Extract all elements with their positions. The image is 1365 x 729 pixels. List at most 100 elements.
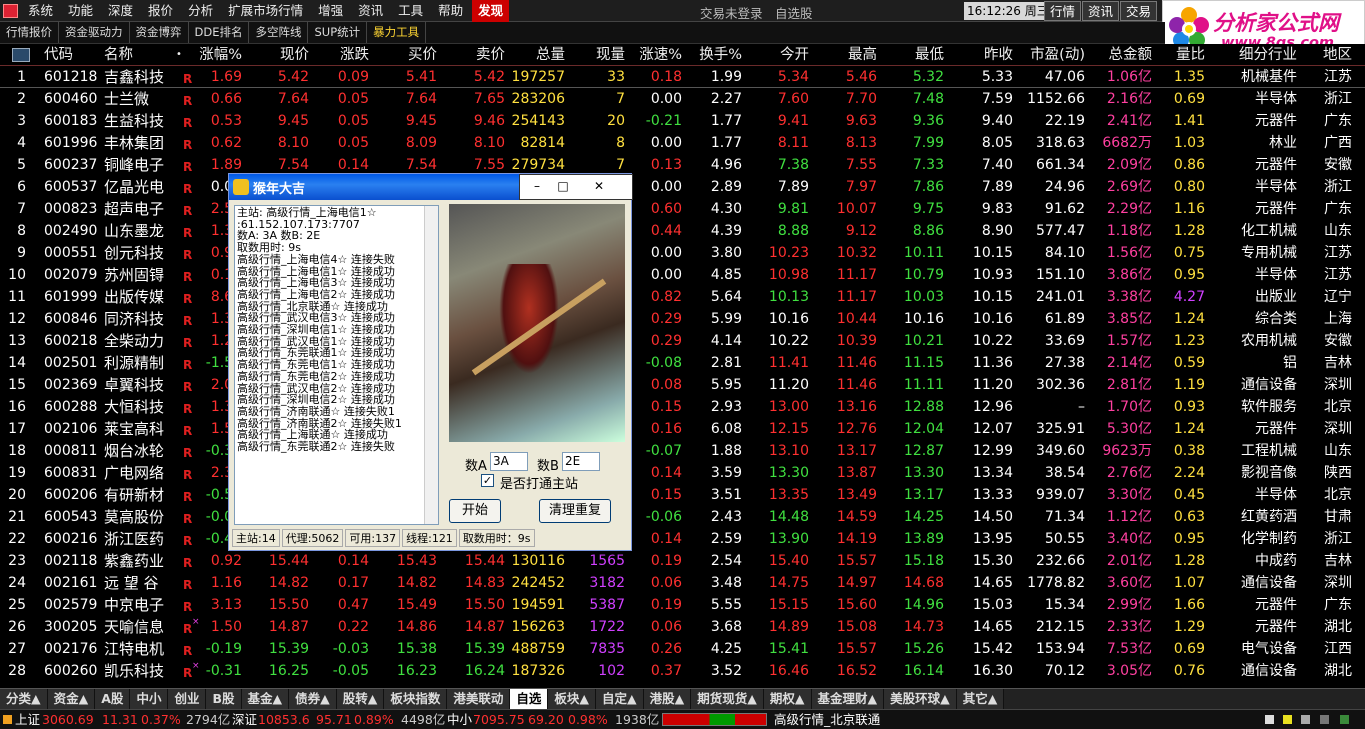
market-tab[interactable]: 基金▲ [241,689,290,709]
col-header[interactable]: 名称 [104,44,133,66]
dedupe-button[interactable]: 清理重复 [539,499,611,523]
table-row[interactable]: 9 000551 创元科技 R 0.98 0.00 3.80 10.23 10.32 10.11 1… [0,242,1365,264]
col-header[interactable]: 总量 [536,44,565,66]
market-tab[interactable]: 自定▲ [596,689,644,709]
app-logo-icon[interactable] [3,4,18,18]
menu-item[interactable]: 扩展市场行情 [222,0,309,22]
log-scrollbar[interactable] [424,206,438,524]
col-header[interactable]: 细分行业 [1239,44,1297,66]
trade-button[interactable]: 交易 [1120,1,1158,21]
menu-item[interactable]: 深度 [102,0,139,22]
table-row[interactable]: 4 601996 丰林集团 R 0.62 8.10 0.05 8.09 8.10 82814 8 0.… [0,132,1365,154]
col-header[interactable]: 现价 [280,44,309,66]
table-row[interactable]: 8 002490 山东墨龙 R 1.35 0.44 4.39 8.88 9.12 8.86 8.90… [0,220,1365,242]
table-row[interactable]: 22 600216 浙江医药 R -0.41 0.14 2.59 13.90 14.19 13.8… [0,528,1365,550]
maximize-icon[interactable]: □ [552,177,574,198]
table-row[interactable]: 7 000823 超声电子 R 2.54 0.60 4.30 9.81 10.07 9.75 9.8… [0,198,1365,220]
market-tab[interactable]: 板块▲ [548,689,597,709]
menu-item[interactable]: 发现 [472,0,510,22]
start-button[interactable]: 开始 [449,499,501,523]
table-row[interactable]: 21 600543 莫高股份 R -0.07 -0.06 2.43 14.48 14.59 14.… [0,506,1365,528]
col-header[interactable]: 卖价 [476,44,505,66]
alert-icon[interactable] [1283,715,1292,724]
table-row[interactable]: 10 002079 苏州固锝 R 0.18 0.00 4.85 10.98 11.17 10.79… [0,264,1365,286]
settings-icon[interactable] [1320,715,1329,724]
toolbar-item[interactable]: 行情报价 [0,22,59,43]
quote-button[interactable]: 行情 [1044,1,1082,21]
market-tab[interactable]: B股 [206,689,242,709]
market-tab[interactable]: 股转▲ [336,689,385,709]
toolbar-item[interactable]: 多空阵线 [249,22,309,43]
col-header[interactable]: 最低 [915,44,944,66]
col-header[interactable]: 现量 [596,44,625,66]
field-b-input[interactable]: 2E [562,452,600,471]
market-tab[interactable]: 期货现货▲ [691,689,764,709]
toolbar-item[interactable]: SUP统计 [308,22,368,43]
col-header[interactable]: 今开 [780,44,809,66]
table-row[interactable]: 13 600218 全柴动力 R 1.27 0.29 4.14 10.22 10.39 10.21… [0,330,1365,352]
col-header[interactable]: 市盈(动) [1030,44,1085,66]
market-tab[interactable]: 港股▲ [643,689,692,709]
col-header[interactable]: 总金额 [1109,44,1153,66]
toolbar-item[interactable]: 资金驱动力 [59,22,130,43]
table-row[interactable]: 6600537亿晶光电R0.007.890.007.897.900.002.89… [0,176,1365,198]
col-header[interactable]: 涨幅% [199,44,242,66]
table-row[interactable]: 24 002161 远 望 谷 R 1.16 14.82 0.17 14.82 14.83 242… [0,572,1365,594]
table-row[interactable]: 23 002118 紫鑫药业 R 0.92 15.44 0.14 15.43 15.44 1301… [0,550,1365,572]
index-icon[interactable] [3,715,12,724]
close-icon[interactable]: ✕ [588,177,610,198]
table-row[interactable]: 20 600206 有研新材 R -0.53 0.15 3.51 13.35 13.49 13.1… [0,484,1365,506]
main-station-checkbox[interactable]: ✓ [481,474,494,487]
market-tab[interactable]: 板块指数 [384,689,448,709]
message-icon[interactable] [1265,715,1274,724]
table-row[interactable]: 26 300205 天喻信息 R × 1.50 14.87 0.22 14.86 14.87 156… [0,616,1365,638]
market-tab[interactable]: 其它▲ [956,689,1005,709]
table-row[interactable]: 16 600288 大恒科技 R 1.39 0.15 2.93 13.00 13.16 12.88… [0,396,1365,418]
col-header[interactable]: 涨跌 [340,44,369,66]
market-tab[interactable]: 中小 [130,689,169,709]
toolbar-item[interactable]: 暴力工具 [367,22,427,43]
table-row[interactable]: 11 601999 出版传媒 R 8.65 0.82 5.64 10.13 11.17 10.03… [0,286,1365,308]
table-row[interactable]: 5 600237 铜峰电子 R 1.89 7.54 0.14 7.54 7.55 279734 7 0… [0,154,1365,176]
table-row[interactable]: 14 002501 利源精制 R -1.58 -0.08 2.81 11.41 11.46 11.… [0,352,1365,374]
table-row[interactable]: 18 000811 烟台冰轮 R -0.31 -0.07 1.88 13.10 13.17 12.… [0,440,1365,462]
market-tab[interactable]: 基金理财▲ [811,689,885,709]
menu-item[interactable]: 分析 [182,0,219,22]
market-tab[interactable]: 资金▲ [47,689,96,709]
field-a-input[interactable]: 3A [490,452,528,471]
col-header[interactable]: 买价 [408,44,437,66]
news-button[interactable]: 资讯 [1082,1,1120,21]
menu-item[interactable]: 工具 [392,0,429,22]
col-header[interactable]: 代码 [44,44,73,66]
table-row[interactable]: 19 600831 广电网络 R 2.32 0.14 3.59 13.30 13.87 13.30… [0,462,1365,484]
menu-item[interactable]: 报价 [142,0,179,22]
market-tab[interactable]: 分类▲ [0,689,48,709]
table-row[interactable]: 12 600846 同济科技 R 1.38 0.29 5.99 10.16 10.44 10.16… [0,308,1365,330]
table-row[interactable]: 28 600260 凯乐科技 R × -0.31 16.25 -0.05 16.23 16.24 1… [0,660,1365,682]
table-row[interactable]: 1 601218 吉鑫科技 R 1.69 5.42 0.09 5.41 5.42 197257 33… [0,66,1365,88]
market-tab[interactable]: 美股环球▲ [884,689,957,709]
col-header[interactable]: 昨收 [984,44,1013,66]
market-tab[interactable]: 自选 [510,689,549,709]
market-tab[interactable]: 港美联动 [447,689,511,709]
table-row[interactable]: 17 002106 莱宝高科 R 1.56 0.16 6.08 12.15 12.76 12.04… [0,418,1365,440]
menu-item[interactable]: 系统 [22,0,59,22]
minimize-icon[interactable]: – [526,177,548,198]
connection-log[interactable]: 主站: 高级行情_上海电信1☆:61.152.107.173:7707 数A: 3… [234,205,439,525]
market-tab[interactable]: A股 [95,689,131,709]
menu-item[interactable]: 帮助 [432,0,469,22]
market-tab[interactable]: 创业 [168,689,207,709]
table-row[interactable]: 3 600183 生益科技 R 0.53 9.45 0.05 9.45 9.46 254143 20… [0,110,1365,132]
menu-item[interactable]: 增强 [312,0,349,22]
table-row[interactable]: 27 002176 江特电机 R -0.19 15.39 -0.03 15.38 15.39 48… [0,638,1365,660]
toolbar-item[interactable]: DDE排名 [189,22,250,43]
sort-down-icon[interactable] [12,48,30,62]
network-icon[interactable] [1340,715,1349,724]
tools-icon[interactable] [1301,715,1310,724]
table-row[interactable]: 25 002579 中京电子 R 3.13 15.50 0.47 15.49 15.50 1945… [0,594,1365,616]
market-tab[interactable]: 期权▲ [763,689,812,709]
menu-item[interactable]: 功能 [62,0,99,22]
col-header[interactable]: 换手% [699,44,742,66]
col-header[interactable]: 涨速% [639,44,682,66]
market-tab[interactable]: 债券▲ [289,689,337,709]
